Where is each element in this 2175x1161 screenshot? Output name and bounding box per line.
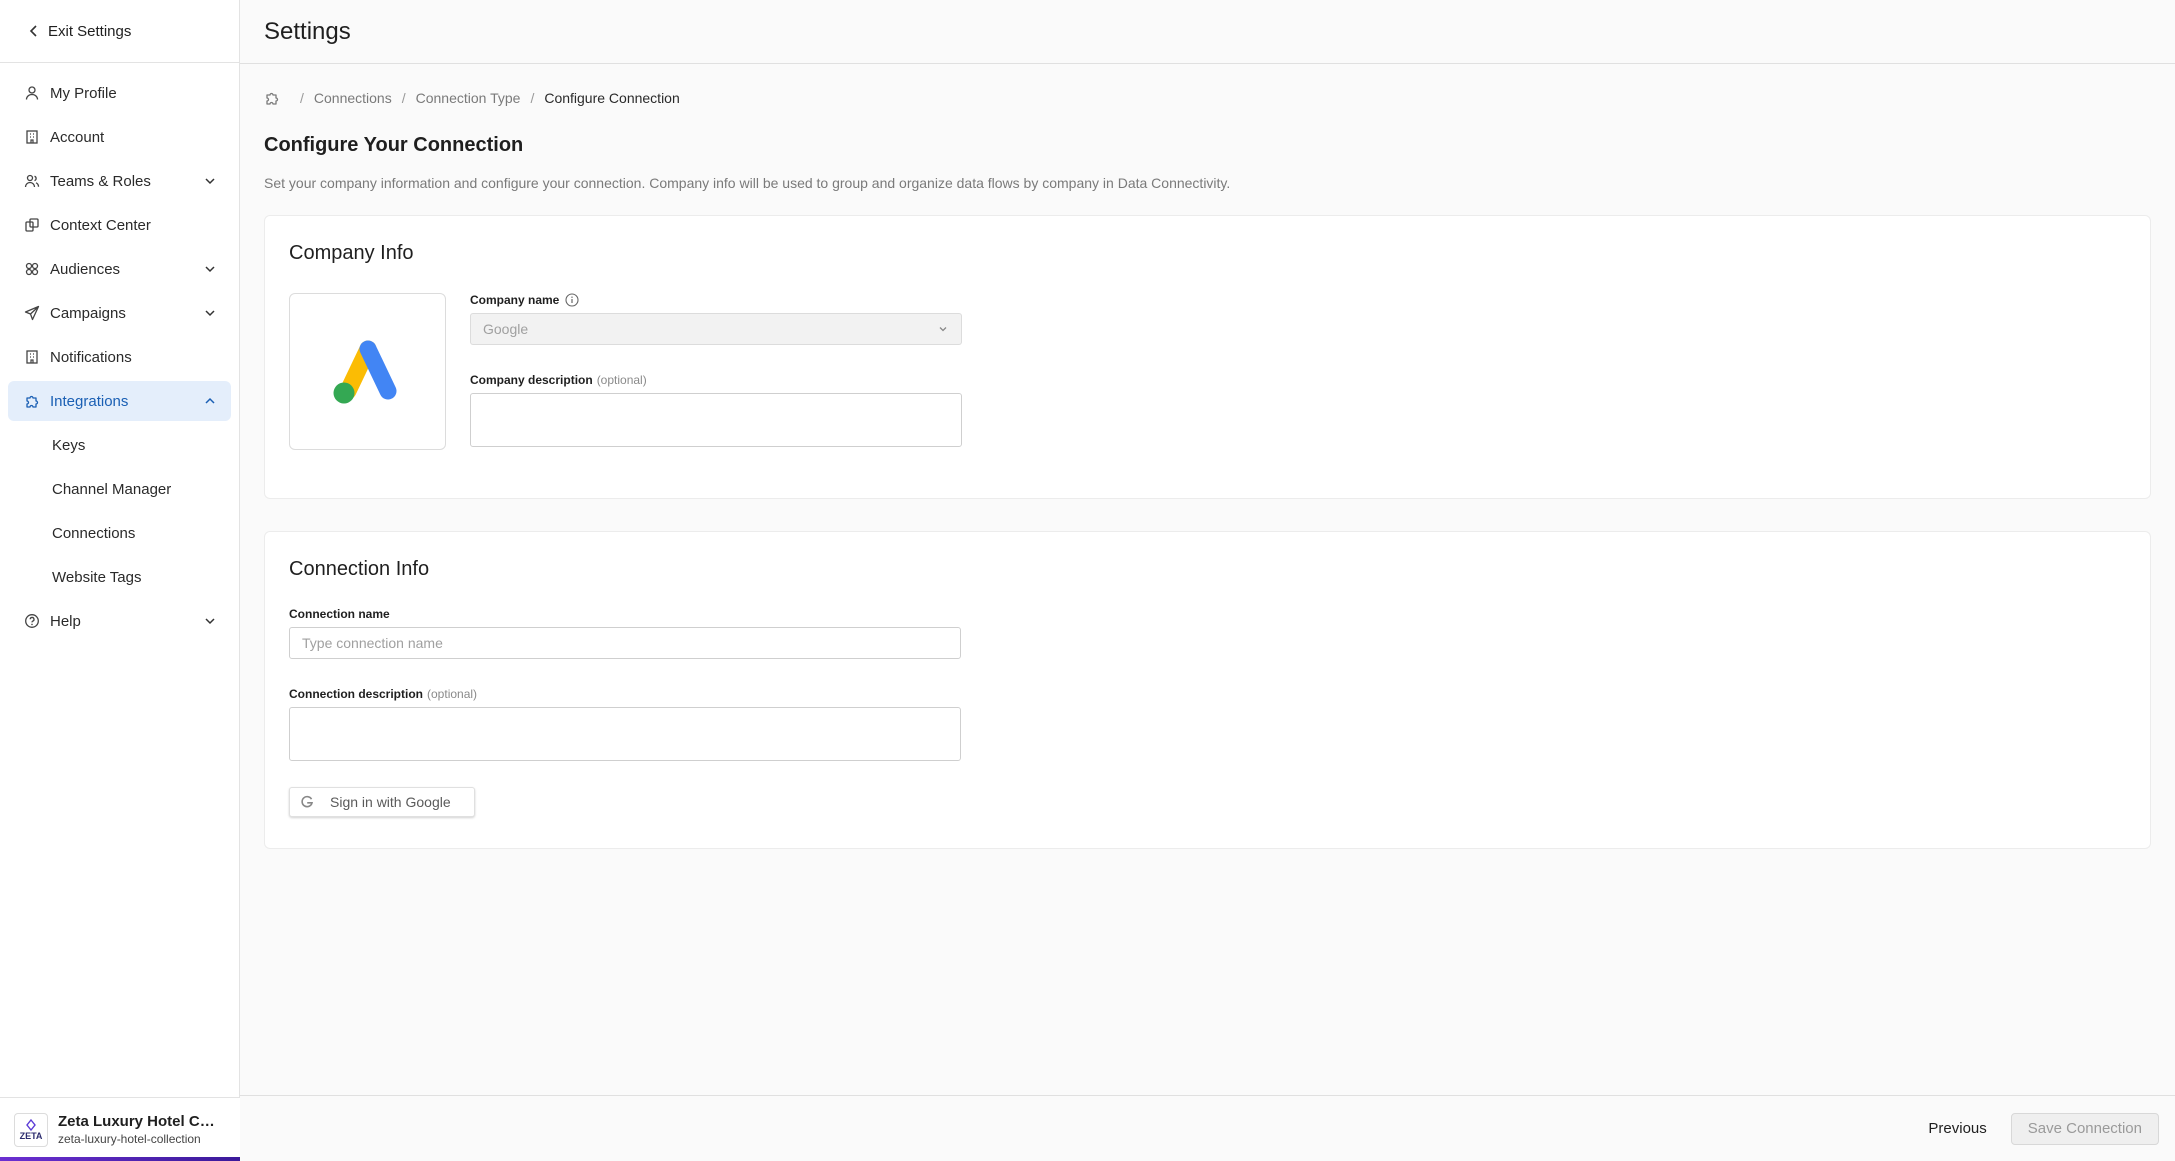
- sidebar-item-label: Account: [50, 128, 105, 146]
- sidebar-subitem-label: Connections: [52, 524, 136, 542]
- company-logo: [289, 293, 446, 450]
- team-icon: [24, 174, 40, 188]
- previous-button[interactable]: Previous: [1928, 1120, 1986, 1137]
- sidebar-item-my-profile[interactable]: My Profile: [8, 73, 231, 113]
- sidebar-item-audiences[interactable]: Audiences: [8, 249, 231, 289]
- sidebar-item-label: Notifications: [50, 348, 132, 366]
- puzzle-icon[interactable]: [264, 90, 280, 106]
- sidebar-item-account[interactable]: Account: [8, 117, 231, 157]
- main-content: / Connections / Connection Type / Config…: [240, 64, 2175, 1095]
- sidebar-item-context-center[interactable]: Context Center: [8, 205, 231, 245]
- sidebar-item-label: My Profile: [50, 84, 117, 102]
- sidebar-item-label: Campaigns: [50, 304, 126, 322]
- save-connection-button[interactable]: Save Connection: [2010, 1112, 2159, 1145]
- company-name-label: Company name: [470, 293, 962, 307]
- breadcrumb-separator: /: [401, 90, 406, 106]
- sidebar-item-label: Context Center: [50, 216, 151, 234]
- sidebar-item-label: Audiences: [50, 260, 121, 278]
- help-circle-icon: [25, 614, 39, 628]
- company-name-select[interactable]: Google: [470, 313, 962, 345]
- sidebar-subitem-label: Channel Manager: [52, 480, 172, 498]
- settings-sidebar: Exit Settings My Profile Account Teams &…: [0, 0, 240, 1161]
- exit-settings-button[interactable]: Exit Settings: [0, 0, 239, 63]
- optional-hint: (optional): [427, 687, 478, 701]
- connection-info-card: Connection Info Connection name Connecti…: [264, 531, 2151, 849]
- sidebar-item-label: Teams & Roles: [50, 172, 151, 190]
- company-info-card: Company Info Company name Google Company…: [264, 215, 2151, 499]
- sidebar-item-integrations[interactable]: Integrations: [8, 381, 231, 421]
- puzzle-icon: [26, 395, 39, 408]
- connection-name-input[interactable]: [289, 627, 961, 659]
- connection-name-label: Connection name: [289, 607, 2126, 621]
- page-title: Configure Your Connection: [264, 134, 524, 156]
- chevron-down-icon: [205, 310, 215, 317]
- chevron-down-icon: [939, 327, 947, 332]
- connection-description-label-text: Connection description: [289, 687, 424, 701]
- company-info-title: Company Info: [289, 242, 414, 264]
- chevron-left-icon: [29, 25, 37, 37]
- company-name-label-text: Company name: [470, 293, 560, 307]
- company-name-value: Google: [483, 321, 529, 337]
- info-icon[interactable]: [565, 293, 579, 307]
- page-subtitle: Set your company information and configu…: [264, 175, 1231, 191]
- sidebar-item-label: Help: [50, 612, 81, 630]
- page-header: Settings: [240, 0, 2175, 64]
- google-g-icon: [301, 795, 314, 808]
- optional-hint: (optional): [596, 373, 647, 387]
- breadcrumb-current: Configure Connection: [544, 90, 680, 106]
- chevron-up-icon: [205, 397, 215, 404]
- breadcrumb-separator: /: [300, 90, 304, 106]
- breadcrumb: / Connections / Connection Type / Config…: [264, 90, 2151, 106]
- sidebar-subitem-channel-manager[interactable]: Channel Manager: [8, 469, 231, 509]
- connection-description-label: Connection description (optional): [289, 687, 2126, 701]
- org-slug: zeta-luxury-hotel-collection: [58, 1132, 201, 1146]
- audiences-icon: [25, 262, 39, 276]
- sidebar-subitem-website-tags[interactable]: Website Tags: [8, 557, 231, 597]
- sidebar-item-campaigns[interactable]: Campaigns: [8, 293, 231, 333]
- company-description-label-text: Company description: [470, 373, 593, 387]
- building-icon: [26, 350, 38, 364]
- sidebar-subitem-label: Website Tags: [52, 568, 142, 586]
- page-header-title: Settings: [264, 17, 351, 45]
- zeta-logo-icon: [26, 1118, 36, 1131]
- connection-name-label-text: Connection name: [289, 607, 390, 621]
- google-ads-logo-icon: [333, 340, 396, 403]
- sidebar-subitem-connections[interactable]: Connections: [8, 513, 231, 553]
- building-icon: [26, 130, 38, 144]
- page-footer: Previous Save Connection: [240, 1095, 2175, 1161]
- context-icon: [25, 218, 39, 232]
- exit-settings-label: Exit Settings: [48, 22, 132, 40]
- chevron-down-icon: [205, 266, 215, 273]
- user-icon: [25, 86, 39, 100]
- chevron-down-icon: [205, 618, 215, 625]
- sidebar-item-teams-roles[interactable]: Teams & Roles: [8, 161, 231, 201]
- paper-plane-icon: [24, 305, 40, 321]
- org-logo: ZETA: [14, 1112, 48, 1147]
- company-description-field[interactable]: [470, 393, 962, 447]
- sidebar-item-help[interactable]: Help: [8, 601, 231, 641]
- chevron-down-icon: [205, 178, 215, 185]
- sidebar-item-notifications[interactable]: Notifications: [8, 337, 231, 377]
- company-description-label: Company description (optional): [470, 373, 962, 387]
- connection-info-title: Connection Info: [289, 558, 430, 580]
- org-name: Zeta Luxury Hotel Colle...: [58, 1113, 223, 1130]
- sidebar-subitem-keys[interactable]: Keys: [8, 425, 231, 465]
- settings-nav: My Profile Account Teams & Roles Context…: [0, 63, 239, 641]
- breadcrumb-separator: /: [530, 90, 535, 106]
- org-switcher[interactable]: ZETA Zeta Luxury Hotel Colle... zeta-lux…: [0, 1097, 240, 1161]
- sidebar-subitem-label: Keys: [52, 436, 86, 454]
- breadcrumb-connections[interactable]: Connections: [314, 90, 392, 106]
- breadcrumb-connection-type[interactable]: Connection Type: [416, 90, 521, 106]
- sign-in-with-google-button[interactable]: Sign in with Google: [289, 787, 475, 817]
- connection-description-field[interactable]: [289, 707, 961, 761]
- sign-in-with-google-label: Sign in with Google: [330, 794, 451, 810]
- brand-strip: [0, 1157, 240, 1161]
- org-logo-text: ZETA: [19, 1130, 43, 1141]
- sidebar-item-label: Integrations: [50, 392, 129, 410]
